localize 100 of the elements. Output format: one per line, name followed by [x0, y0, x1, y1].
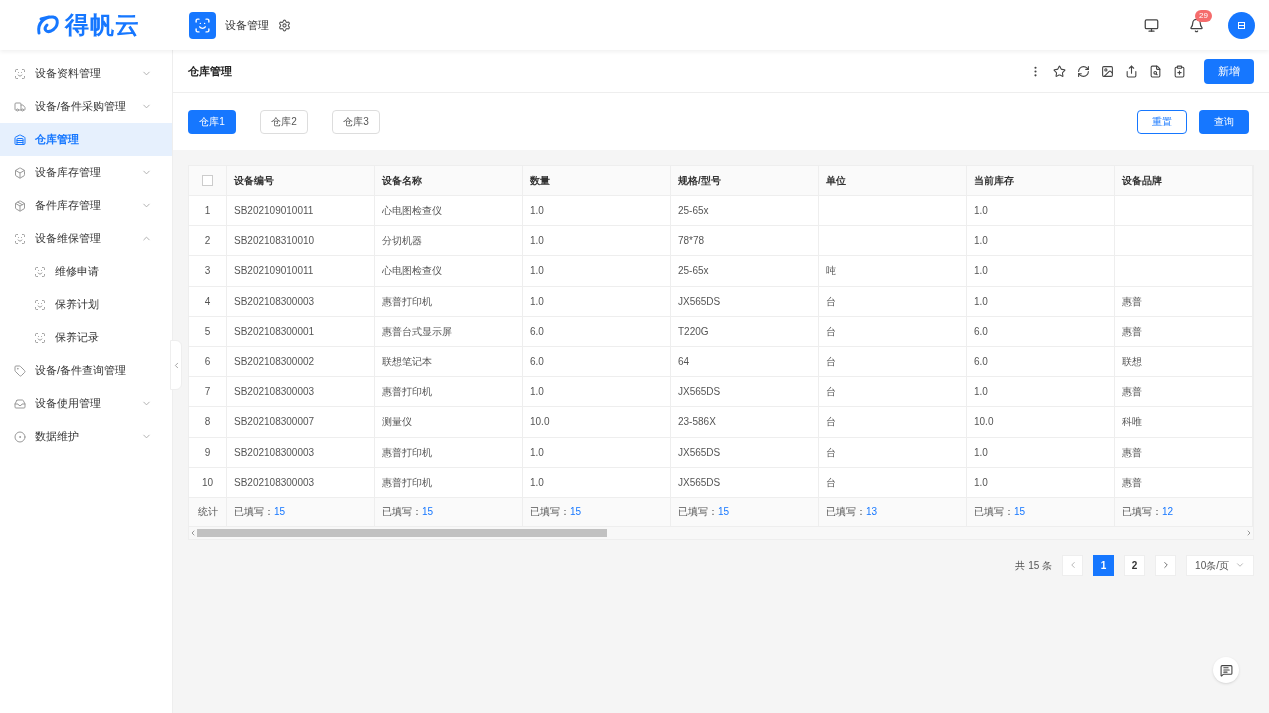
table-cell: 台	[819, 467, 967, 497]
select-all-checkbox[interactable]	[202, 175, 213, 186]
collapse-handle[interactable]	[170, 340, 182, 390]
summary-count: 已填写：15	[234, 505, 286, 520]
table-cell: JX565DS	[671, 286, 819, 316]
table-cell: 心电图检查仪	[375, 256, 523, 286]
sidebar-item[interactable]: 数据维护	[0, 420, 172, 453]
table-cell: SB202108300003	[227, 467, 375, 497]
table-cell: 台	[819, 407, 967, 437]
document-search-icon[interactable]	[1149, 64, 1162, 78]
sidebar-item[interactable]: 备件库存管理	[0, 189, 172, 222]
table-cell: 联想	[1115, 346, 1253, 377]
refresh-icon[interactable]	[1077, 64, 1090, 78]
table-cell: 1.0	[967, 437, 1115, 467]
column-header: 数量	[523, 166, 671, 195]
star-icon[interactable]	[1053, 64, 1066, 78]
table-cell: SB202108300002	[227, 346, 375, 377]
warehouse-tab[interactable]: 仓库1	[188, 109, 236, 134]
face-scan-icon	[34, 298, 46, 311]
table-cell: SB202108310010	[227, 226, 375, 256]
summary-count: 已填写：12	[1122, 505, 1174, 520]
summary-label: 统计	[189, 497, 227, 526]
sidebar-item[interactable]: 维修申请	[0, 255, 172, 288]
scroll-left-icon	[189, 528, 197, 537]
table-cell: 6.0	[967, 316, 1115, 346]
sidebar-item[interactable]: 设备使用管理	[0, 387, 172, 420]
face-scan-icon	[14, 232, 26, 245]
table-cell: 台	[819, 316, 967, 346]
sidebar-item[interactable]: 设备/备件查询管理	[0, 354, 172, 387]
chat-button[interactable]	[1213, 657, 1239, 683]
table-cell: SB202108300003	[227, 377, 375, 407]
row-number: 8	[189, 407, 227, 437]
table-cell: 台	[819, 377, 967, 407]
page-button[interactable]: 1	[1093, 554, 1115, 576]
table-cell: 1.0	[523, 377, 671, 407]
notification-badge: 29	[1195, 9, 1212, 22]
sidebar-item[interactable]: 保养计划	[0, 288, 172, 321]
page-title: 仓库管理	[188, 63, 233, 79]
table-cell: SB202108300003	[227, 437, 375, 467]
table-cell: 惠普	[1115, 286, 1253, 316]
table-cell: T220G	[671, 316, 819, 346]
sidebar-item[interactable]: 设备/备件采购管理	[0, 90, 172, 123]
table-cell: 1.0	[967, 196, 1115, 226]
warehouse-tab[interactable]: 仓库3	[332, 109, 380, 134]
table-cell: 惠普打印机	[375, 286, 523, 316]
table-cell: 78*78	[671, 226, 819, 256]
table-cell: 1.0	[967, 377, 1115, 407]
tag-icon	[14, 364, 26, 377]
chat-icon	[1219, 663, 1233, 677]
table-cell: 1.0	[523, 196, 671, 226]
share-icon[interactable]	[1125, 64, 1138, 78]
table-cell: 25-65x	[671, 196, 819, 226]
table-cell: 台	[819, 437, 967, 467]
avatar[interactable]	[1228, 11, 1255, 39]
total-count: 共 15 条	[1015, 558, 1053, 573]
app-tile[interactable]	[189, 11, 216, 39]
page-size-select[interactable]: 10条/页	[1186, 554, 1254, 576]
table-cell: SB202108300001	[227, 316, 375, 346]
monitor-icon[interactable]	[1144, 17, 1159, 33]
table-cell: 1.0	[523, 467, 671, 497]
table-cell: 分切机器	[375, 226, 523, 256]
row-number: 7	[189, 377, 227, 407]
sidebar-item[interactable]: 设备维保管理	[0, 222, 172, 255]
table-cell: 1.0	[967, 286, 1115, 316]
table-cell: SB202108300007	[227, 407, 375, 437]
sidebar-item[interactable]: 保养记录	[0, 321, 172, 354]
table-cell: 6.0	[523, 316, 671, 346]
box-icon	[14, 166, 26, 179]
table-cell: 6.0	[523, 346, 671, 377]
table-cell: 64	[671, 346, 819, 377]
settings-icon[interactable]	[278, 18, 291, 32]
face-scan-icon	[34, 331, 46, 344]
table-cell: 10.0	[967, 407, 1115, 437]
sidebar-item[interactable]: 仓库管理	[0, 123, 172, 156]
summary-count: 已填写：15	[974, 505, 1026, 520]
table-cell: 惠普打印机	[375, 437, 523, 467]
summary-count: 已填写：15	[678, 505, 730, 520]
row-number: 6	[189, 346, 227, 377]
sidebar-item[interactable]: 设备库存管理	[0, 156, 172, 189]
logo-text: 得帆云	[64, 10, 141, 40]
table-cell: 心电图检查仪	[375, 196, 523, 226]
sidebar-item[interactable]: 设备资料管理	[0, 57, 172, 90]
table-cell: 联想笔记本	[375, 346, 523, 377]
image-icon[interactable]	[1101, 64, 1114, 78]
table-cell: 10.0	[523, 407, 671, 437]
row-number: 1	[189, 196, 227, 226]
add-button[interactable]: 新增	[1204, 58, 1254, 84]
reset-button[interactable]: 重置	[1137, 109, 1187, 134]
bell-icon[interactable]	[1189, 17, 1204, 33]
clipboard-icon[interactable]	[1173, 64, 1186, 78]
table-cell: 惠普打印机	[375, 377, 523, 407]
table-cell: 1.0	[967, 256, 1115, 286]
scroll-thumb[interactable]	[197, 528, 607, 537]
page-button[interactable]: 2	[1124, 554, 1146, 576]
table-cell: 1.0	[523, 286, 671, 316]
table-cell: 23-586X	[671, 407, 819, 437]
query-button[interactable]: 查询	[1199, 109, 1249, 134]
warehouse-tab[interactable]: 仓库2	[260, 109, 308, 134]
app-title: 设备管理	[225, 17, 269, 33]
column-header: 设备名称	[375, 166, 523, 195]
